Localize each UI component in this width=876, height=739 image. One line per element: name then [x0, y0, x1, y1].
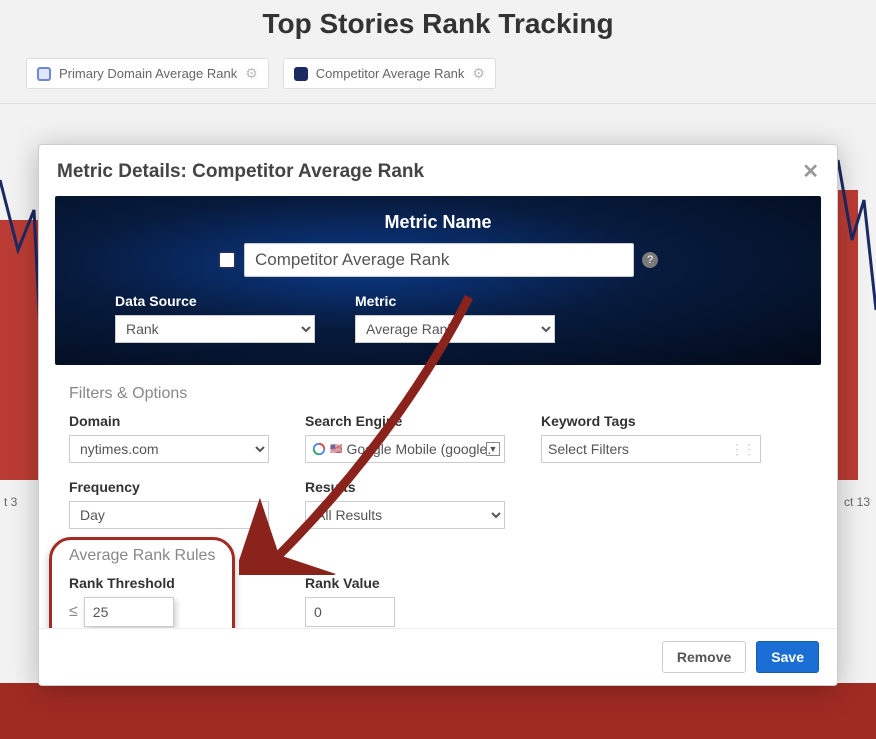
close-icon[interactable]: ✕: [802, 159, 819, 184]
divider: [0, 103, 876, 104]
help-icon[interactable]: ?: [642, 252, 658, 268]
domain-select[interactable]: nytimes.com: [69, 435, 269, 463]
metric-name-input[interactable]: [244, 243, 634, 277]
rules-heading: Average Rank Rules: [69, 547, 821, 565]
gear-icon[interactable]: ⚙: [472, 65, 485, 82]
color-picker-swatch[interactable]: [218, 251, 236, 269]
keyword-tags-input[interactable]: Select Filters ⋮⋮: [541, 435, 761, 463]
frequency-label: Frequency: [69, 479, 269, 495]
metric-select[interactable]: Average Rank: [355, 315, 555, 343]
axis-tick: t 3: [4, 495, 17, 509]
metric-details-modal: Metric Details: Competitor Average Rank …: [38, 144, 838, 686]
metric-hero: Metric Name ? Data Source Rank Metric Av…: [55, 196, 821, 365]
swatch-icon: [37, 67, 51, 81]
legend-competitor[interactable]: Competitor Average Rank ⚙: [283, 58, 496, 89]
page-title: Top Stories Rank Tracking: [0, 8, 876, 40]
gear-icon[interactable]: ⚙: [245, 65, 258, 82]
metric-name-heading: Metric Name: [79, 212, 797, 233]
results-select[interactable]: All Results: [305, 501, 505, 529]
axis-tick: ct 13: [844, 495, 870, 509]
results-label: Results: [305, 479, 505, 495]
modal-title: Metric Details: Competitor Average Rank: [57, 161, 424, 183]
rank-value-input[interactable]: [305, 597, 395, 627]
save-button[interactable]: Save: [756, 641, 819, 673]
keyword-tags-label: Keyword Tags: [541, 413, 761, 429]
rank-threshold-input[interactable]: [84, 597, 174, 627]
domain-label: Domain: [69, 413, 269, 429]
search-engine-select[interactable]: 🇺🇸 Google Mobile (google. ▼: [305, 435, 505, 463]
swatch-icon: [294, 67, 308, 81]
search-engine-label: Search Engine: [305, 413, 505, 429]
less-equal-icon: ≤: [69, 603, 78, 621]
drag-grip-icon: ⋮⋮: [730, 441, 754, 458]
data-source-label: Data Source: [115, 293, 315, 309]
legend-label: Competitor Average Rank: [316, 66, 465, 81]
legend-primary[interactable]: Primary Domain Average Rank ⚙: [26, 58, 269, 89]
data-source-select[interactable]: Rank: [115, 315, 315, 343]
footer-band: [0, 683, 876, 739]
rank-threshold-label: Rank Threshold: [69, 575, 269, 591]
search-engine-value: Google Mobile (google.: [346, 441, 498, 457]
filters-heading: Filters & Options: [69, 385, 821, 403]
legend-label: Primary Domain Average Rank: [59, 66, 237, 81]
frequency-select[interactable]: Day: [69, 501, 269, 529]
rank-value-label: Rank Value: [305, 575, 505, 591]
google-icon: [312, 442, 326, 456]
chevron-down-icon[interactable]: ▼: [486, 442, 500, 456]
metric-label: Metric: [355, 293, 555, 309]
remove-button[interactable]: Remove: [662, 641, 746, 673]
